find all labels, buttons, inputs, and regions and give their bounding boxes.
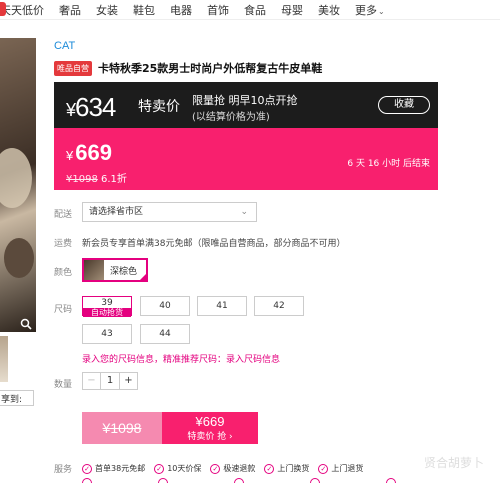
self-operated-badge: 唯品自营 [54, 60, 92, 76]
service-item: ✓ 上门换货 [264, 463, 309, 474]
chevron-down-icon: ⌄ [378, 6, 385, 16]
currency-symbol: ¥ [66, 148, 74, 163]
check-circle-icon [386, 478, 396, 483]
special-price-label: 特卖价 [138, 99, 180, 115]
buy-cta-label: 特卖价 抢 › [187, 432, 233, 442]
delivery-label: 配送 [54, 210, 73, 220]
service-label: 上门退货 [331, 464, 364, 473]
check-circle-icon [82, 478, 92, 483]
quantity-label: 数量 [54, 380, 73, 390]
quantity-value[interactable]: 1 [101, 373, 119, 389]
special-price: ¥634 [66, 92, 116, 123]
watermark: 贤合胡萝卜 [423, 456, 484, 470]
flash-sale-note: (以结算价格为准) [192, 112, 270, 123]
image-shape [4, 238, 34, 278]
auto-grab-badge: 自动抢货 [83, 308, 131, 317]
currency-symbol: ¥ [66, 100, 76, 120]
region-select-value: 请选择省市区 [89, 207, 144, 217]
check-circle-icon [234, 478, 244, 483]
size-option[interactable]: 44 [140, 324, 190, 344]
service-item: ✓ 极速退款 [210, 463, 255, 474]
size-value: 39 [101, 298, 113, 308]
service-label: 上门换货 [277, 464, 310, 473]
image-shape [0, 148, 32, 208]
service-label: 极速退款 [223, 464, 256, 473]
color-option-dark-brown[interactable]: 深棕色 [82, 258, 148, 282]
zoom-icon[interactable] [20, 318, 32, 330]
quantity-minus-button[interactable]: − [83, 373, 101, 389]
original-price-line: ¥1098 6.1折 [66, 170, 127, 185]
share-dropdown[interactable]: 享到: [0, 390, 34, 406]
current-price-value: 669 [75, 140, 112, 165]
quantity-stepper: − 1 + [82, 372, 138, 390]
size-option[interactable]: 42 [254, 296, 304, 316]
buy-original-price: ¥1098 [82, 412, 162, 444]
service-item: ✓ 10天价保 [154, 463, 201, 474]
current-price-bar: ¥669 ¥1098 6.1折 6 天 16 小时 后结束 [54, 128, 438, 190]
nav-item-baby[interactable]: 母婴 [281, 2, 303, 18]
title-row: 唯品自营 卡特秋季25款男士时尚户外低帮复古牛皮单鞋 [54, 60, 322, 76]
size-tip-text: 录入您的尺码信息，精准推荐尺码： [82, 355, 227, 365]
color-label: 颜色 [54, 268, 73, 278]
shipping-label: 运费 [54, 239, 73, 249]
check-circle-icon: ✓ [210, 463, 221, 474]
region-select[interactable]: 请选择省市区 ⌄ [82, 202, 257, 222]
nav-more-label: 更多 [355, 3, 377, 17]
size-option[interactable]: 40 [140, 296, 190, 316]
flash-sale-text: 限量抢 明早10点开抢 [192, 94, 298, 107]
favorite-button[interactable]: 收藏 [378, 96, 430, 114]
special-price-bar: ¥634 特卖价 限量抢 明早10点开抢 (以结算价格为准) 收藏 [54, 82, 438, 128]
nav-item-women[interactable]: 女装 [96, 2, 118, 18]
service-item: ✓ 首单38元免邮 [82, 463, 145, 474]
size-tip: 录入您的尺码信息，精准推荐尺码：录入尺码信息 [82, 352, 280, 365]
special-price-value: 634 [75, 92, 116, 122]
product-thumbnail[interactable] [0, 336, 8, 382]
nav-item-appliances[interactable]: 电器 [170, 2, 192, 18]
nav-item-beauty[interactable]: 美妆 [318, 2, 340, 18]
service-item: ✓ 上门退货 [318, 463, 363, 474]
buy-now-button[interactable]: ¥669 特卖价 抢 › [162, 412, 258, 444]
service-list: 服务 ✓ 首单38元免邮 ✓ 10天价保 ✓ 极速退款 ✓ 上门换货 ✓ 上门退货 [54, 462, 372, 475]
nav-item-more[interactable]: 更多⌄ [355, 2, 385, 18]
nav-item-shoes-bags[interactable]: 鞋包 [133, 2, 155, 18]
brand-link[interactable]: CAT [54, 40, 75, 52]
service-list-second-row [82, 478, 462, 483]
nav-item-daily-low[interactable]: 天天低价 [0, 2, 44, 18]
top-nav: 天天低价 奢品 女装 鞋包 电器 首饰 食品 母婴 美妆 更多⌄ [0, 0, 500, 20]
nav-item-luxury[interactable]: 奢品 [59, 2, 81, 18]
product-main-image[interactable] [0, 38, 36, 332]
nav-item-food[interactable]: 食品 [244, 2, 266, 18]
product-title: 卡特秋季25款男士时尚户外低帮复古牛皮单鞋 [98, 62, 323, 75]
check-circle-icon [310, 478, 320, 483]
services-label: 服务 [54, 465, 73, 475]
service-label: 首单38元免邮 [95, 464, 146, 473]
share-label: 享到: [1, 394, 23, 405]
service-label: 10天价保 [167, 464, 202, 473]
check-circle-icon: ✓ [82, 463, 93, 474]
discount-label: 6.1折 [101, 174, 127, 185]
color-option-label: 深棕色 [110, 266, 138, 277]
check-circle-icon: ✓ [264, 463, 275, 474]
original-price: ¥1098 [66, 174, 98, 185]
size-label: 尺码 [54, 305, 73, 315]
countdown-timer: 6 天 16 小时 后结束 [347, 159, 430, 169]
nav-accent-marker [0, 2, 6, 16]
check-circle-icon [158, 478, 168, 483]
size-option-selected[interactable]: 39 自动抢货 [82, 296, 132, 317]
nav-item-jewelry[interactable]: 首饰 [207, 2, 229, 18]
size-option[interactable]: 41 [197, 296, 247, 316]
selected-corner-icon [139, 273, 147, 281]
color-swatch [84, 260, 104, 280]
chevron-down-icon: ⌄ [240, 207, 248, 217]
buy-price: ¥669 [195, 414, 225, 429]
quantity-plus-button[interactable]: + [119, 373, 137, 389]
check-circle-icon: ✓ [154, 463, 165, 474]
size-info-link[interactable]: 录入尺码信息 [226, 355, 280, 365]
check-circle-icon: ✓ [318, 463, 329, 474]
size-option[interactable]: 43 [82, 324, 132, 344]
shipping-info: 新会员专享首单满38元免邮（限唯品自营商品，部分商品不可用） [82, 239, 346, 249]
current-price: ¥669 [66, 140, 112, 166]
